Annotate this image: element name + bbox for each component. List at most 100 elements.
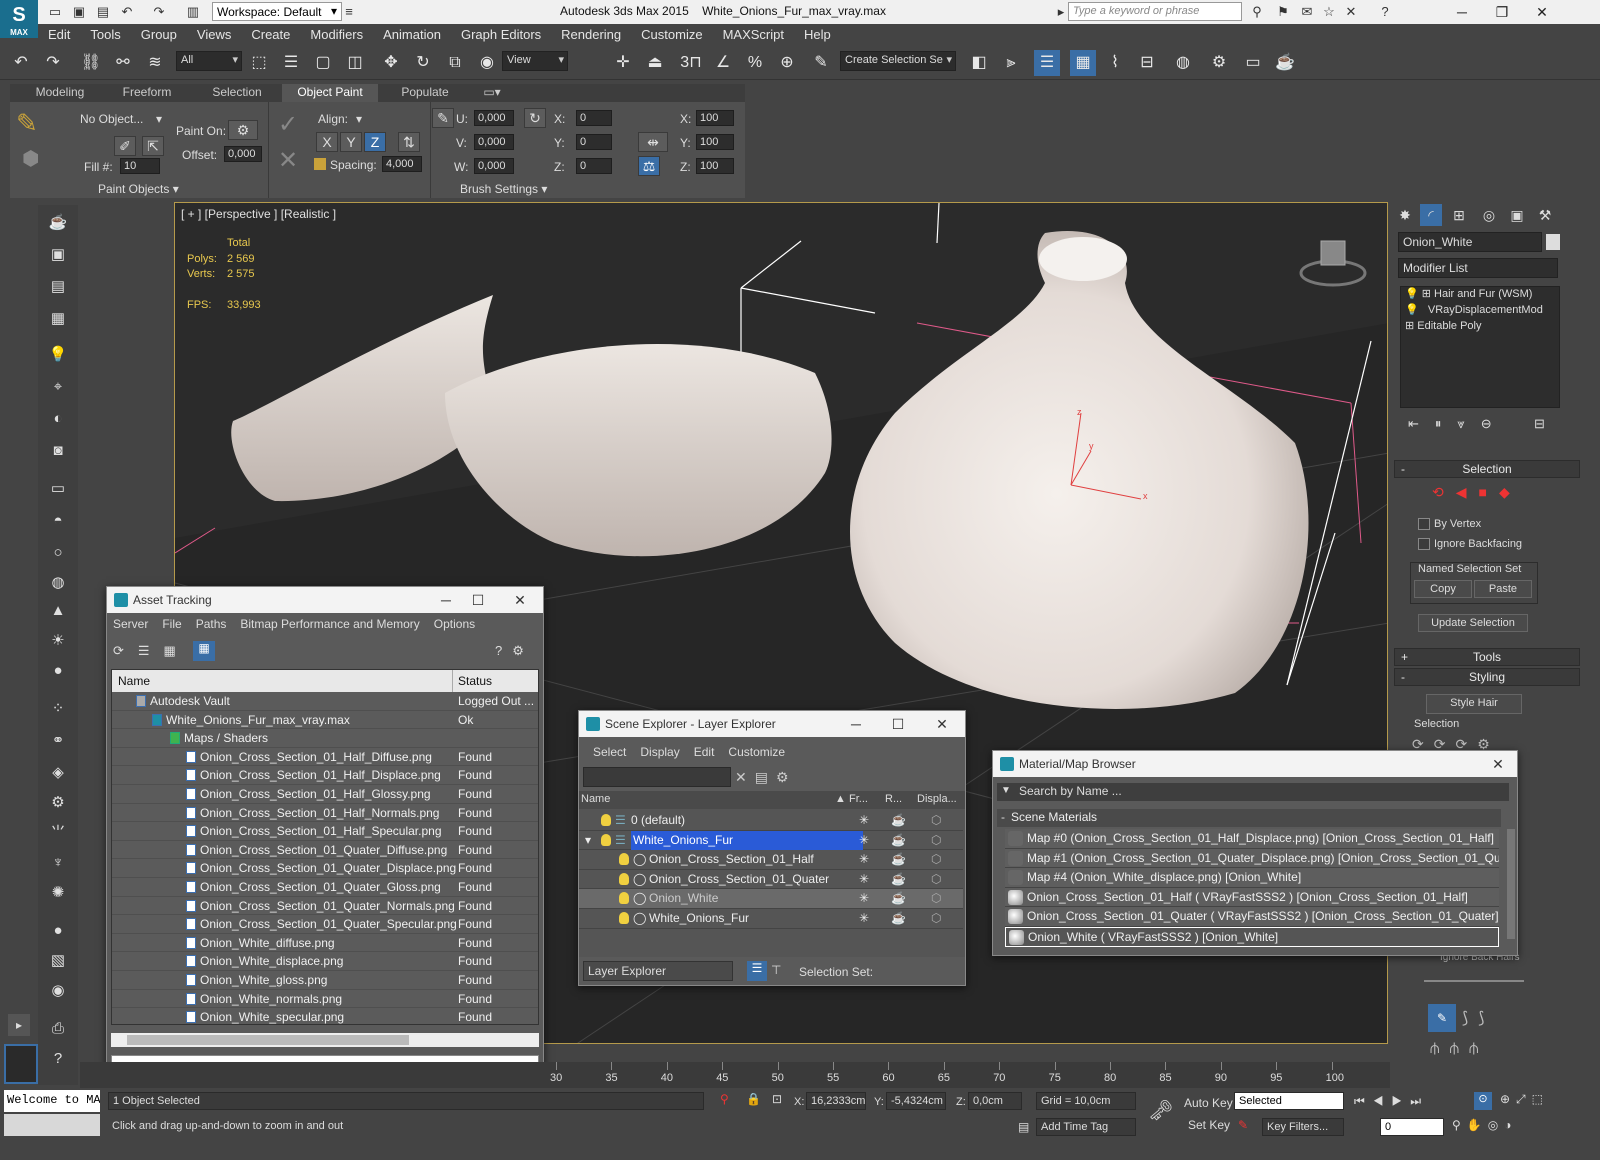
isolate-icon[interactable]: ⚲ — [720, 1092, 729, 1106]
v-input[interactable]: 0,000 — [474, 134, 514, 150]
menu-create[interactable]: Create — [241, 24, 300, 42]
col-render[interactable]: R... — [885, 793, 902, 805]
current-frame-input[interactable]: 0 — [1380, 1118, 1444, 1136]
redo-icon[interactable]: ↷ — [40, 50, 66, 76]
set-key-button[interactable]: Set Key — [1188, 1118, 1230, 1132]
dropdown-arrow-icon[interactable]: ▾ — [156, 112, 162, 126]
search-options-icon[interactable]: ▼ — [1001, 785, 1011, 796]
material-ball-icon[interactable]: ● — [46, 919, 70, 943]
menu-graph-editors[interactable]: Graph Editors — [451, 24, 551, 42]
menu-customize[interactable]: Customize — [631, 24, 712, 42]
menu-customize[interactable]: Customize — [728, 745, 785, 759]
scene-materials-group[interactable]: Scene Materials — [997, 809, 1501, 827]
move-icon[interactable]: ✥ — [378, 50, 404, 76]
sound-icon[interactable]: ◐ — [46, 407, 70, 431]
texture-icon[interactable]: ▧ — [46, 949, 70, 973]
col-name[interactable]: Name — [581, 793, 610, 805]
table-row[interactable]: Onion_Cross_Section_01_Quater_Displace.p… — [112, 859, 538, 878]
scene-filter-icons[interactable]: ✕▤⚙ — [735, 769, 797, 786]
menu-server[interactable]: Server — [113, 617, 148, 631]
select-manipulate-icon[interactable]: ⏏ — [642, 50, 668, 76]
new-file-icon[interactable]: ▭ — [46, 3, 64, 21]
renderable-icon[interactable]: ☕ — [891, 889, 906, 908]
tab-freeform[interactable]: Freeform — [102, 84, 192, 102]
configure-sets-icon[interactable]: ⊟ — [1534, 416, 1545, 432]
grid-icon[interactable]: ▦ — [46, 307, 70, 331]
table-row[interactable]: Maps / Shaders — [112, 729, 538, 748]
by-vertex-checkbox[interactable] — [1418, 518, 1430, 530]
renderable-icon[interactable]: ☕ — [891, 850, 906, 869]
maximize-button[interactable]: ☐ — [883, 711, 913, 737]
rotate-brush-icon[interactable]: ↻ — [524, 108, 546, 128]
hair-comb-icons[interactable]: ⫛⫛⫛ — [1430, 1040, 1489, 1058]
render-production-icon[interactable]: ☕ — [1272, 50, 1298, 76]
display-box-icon[interactable]: ⬡ — [931, 831, 941, 850]
fur-icon[interactable]: ✺ — [46, 881, 70, 905]
visibility-bulb-icon[interactable] — [619, 912, 629, 924]
material-item[interactable]: Onion_Cross_Section_01_Quater ( VRayFast… — [1005, 907, 1499, 927]
brush-offset-icon[interactable]: ✎ — [432, 108, 454, 128]
menu-options[interactable]: Options — [434, 617, 475, 631]
material-search-input[interactable]: Search by Name ... — [997, 783, 1509, 801]
close-button[interactable]: ✕ — [927, 711, 957, 737]
table-row[interactable]: Onion_Cross_Section_01_Half_Specular.png… — [112, 822, 538, 841]
select-by-name-icon[interactable]: ☰ — [278, 50, 304, 76]
hair-icon[interactable]: ♆ — [46, 851, 70, 875]
key-filters-button[interactable]: Key Filters... — [1262, 1118, 1344, 1136]
paint-objects-group-label[interactable]: Paint Objects ▾ — [98, 182, 179, 196]
reference-coordinate-dropdown[interactable]: View — [502, 51, 568, 71]
table-row[interactable]: Onion_White_gloss.png Found — [112, 971, 538, 990]
hierarchy-icon[interactable]: ⊤ — [771, 963, 781, 977]
menu-group[interactable]: Group — [131, 24, 187, 42]
undo-icon[interactable]: ↶ — [118, 3, 136, 21]
freeze-icon[interactable]: ✳ — [859, 831, 869, 850]
col-freeze[interactable]: Fr... — [849, 793, 868, 805]
material-item[interactable]: Onion_Cross_Section_01_Half ( VRayFastSS… — [1005, 887, 1499, 908]
table-row[interactable]: Onion_White_diffuse.png Found — [112, 934, 538, 953]
edit-named-selection-icon[interactable]: ✎ — [808, 50, 834, 76]
paint-brush-icon[interactable]: ✎ — [16, 108, 50, 142]
y-rotate-input[interactable]: 0 — [576, 134, 612, 150]
paint-on-icon[interactable]: ⚙ — [228, 120, 258, 140]
visibility-bulb-icon[interactable] — [619, 892, 629, 905]
z-rotate-input[interactable]: 0 — [576, 158, 612, 174]
hair-brush-icon[interactable]: ✎ — [1428, 1004, 1456, 1032]
app-menu-button[interactable]: S MAX — [0, 0, 38, 38]
window-crossing-icon[interactable]: ◫ — [342, 50, 368, 76]
spacing-input[interactable]: 4,000 — [382, 156, 422, 172]
freeze-icon[interactable]: ✳ — [859, 870, 869, 889]
rendered-frame-window-icon[interactable]: ▭ — [1240, 50, 1266, 76]
maxscript-output[interactable] — [4, 1114, 100, 1136]
x-scale-input[interactable]: 100 — [696, 110, 734, 126]
renderable-icon[interactable]: ☕ — [891, 909, 906, 928]
menu-edit[interactable]: Edit — [38, 24, 80, 42]
maximize-button[interactable]: ☐ — [463, 587, 493, 613]
ignore-backfacing-checkbox[interactable] — [1418, 538, 1430, 550]
modifier-hair-and-fur[interactable]: 💡 ⊞ Hair and Fur (WSM) — [1405, 287, 1532, 303]
material-vscrollbar[interactable] — [1507, 829, 1515, 939]
y-scale-input[interactable]: 100 — [696, 134, 734, 150]
material-item[interactable]: Onion_White ( VRayFastSSS2 ) [Onion_Whit… — [1005, 927, 1499, 947]
display-box-icon[interactable]: ⬡ — [931, 811, 941, 830]
table-row[interactable]: Onion_White_normals.png Found — [112, 990, 538, 1009]
z-scale-input[interactable]: 100 — [696, 158, 734, 174]
align-y-button[interactable]: Y — [340, 132, 362, 152]
time-tag-icon[interactable]: ▤ — [1018, 1120, 1029, 1134]
menu-edit[interactable]: Edit — [694, 745, 715, 759]
angle-snap-icon[interactable]: ∠ — [710, 50, 736, 76]
tools-rollout[interactable]: + Tools — [1394, 648, 1580, 666]
help-icon[interactable]: ? — [1376, 3, 1394, 21]
layer-explorer-icon[interactable]: ☰ — [1034, 50, 1060, 76]
visibility-bulb-icon[interactable] — [601, 814, 611, 826]
style-hair-button[interactable]: Style Hair — [1426, 694, 1522, 714]
material-browser-titlebar[interactable]: Material/Map Browser ✕ — [993, 751, 1517, 777]
table-row[interactable]: Autodesk Vault Logged Out ... — [112, 692, 538, 711]
menu-views[interactable]: Views — [187, 24, 241, 42]
sub-object-icons[interactable]: ⟲◀■◆ — [1432, 484, 1522, 501]
project-folder-icon[interactable]: ▥ — [184, 3, 202, 21]
absolute-mode-icon[interactable]: ⊡ — [772, 1092, 782, 1106]
hierarchy-tab-icon[interactable]: ⊞ — [1448, 204, 1470, 226]
z-coord-input[interactable]: 0,0cm — [968, 1092, 1022, 1110]
scale-icon[interactable]: ⧉ — [442, 50, 468, 76]
key-icon[interactable]: 🗝 — [1148, 1098, 1173, 1123]
